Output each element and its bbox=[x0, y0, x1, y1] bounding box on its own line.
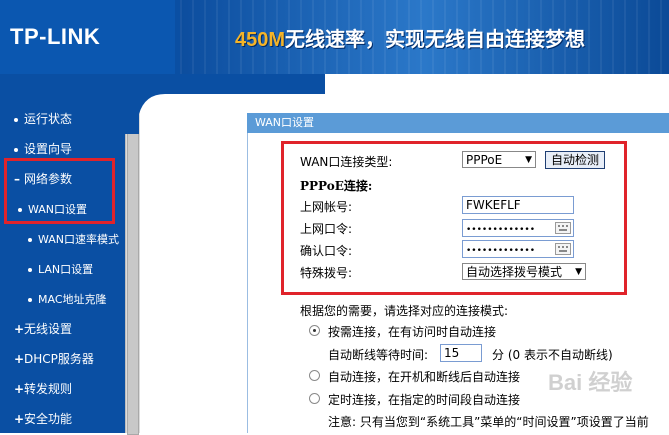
sidebar-item-label: 转发规则 bbox=[24, 382, 73, 396]
sidebar-item-dhcp[interactable]: +DHCP服务器 bbox=[14, 350, 94, 367]
sidebar-item-label: 安全功能 bbox=[24, 412, 73, 426]
keyboard-icon[interactable] bbox=[555, 222, 571, 234]
auto-detect-button[interactable]: 自动检测 bbox=[545, 151, 605, 169]
sidebar-item-label: MAC地址克隆 bbox=[38, 293, 107, 306]
bullet-icon bbox=[28, 298, 32, 302]
sidebar-item-label: 设置向导 bbox=[24, 142, 73, 156]
mode-on-demand-label: 按需连接，在有访问时自动连接 bbox=[328, 325, 497, 339]
account-label: 上网帐号: bbox=[300, 200, 353, 214]
radio-timed-connect[interactable] bbox=[309, 393, 320, 404]
top-header: TP-LINK 450M无线速率，实现无线自由连接梦想 bbox=[0, 0, 669, 74]
watermark: Bai 经验 bbox=[548, 370, 633, 395]
bullet-icon bbox=[14, 147, 18, 152]
mode-auto-label: 自动连接，在开机和断线后自动连接 bbox=[328, 370, 521, 384]
sidebar-item-wireless[interactable]: +无线设置 bbox=[14, 320, 72, 337]
sidebar-item-forwarding[interactable]: +转发规则 bbox=[14, 380, 72, 397]
keyboard-icon[interactable] bbox=[555, 243, 571, 255]
sidebar-item-lan[interactable]: LAN口设置 bbox=[28, 261, 93, 277]
expand-icon: + bbox=[14, 322, 25, 336]
password-label: 上网口令: bbox=[300, 222, 353, 236]
bullet-icon bbox=[14, 117, 18, 122]
mode-intro: 根据您的需要，请选择对应的连接模式: bbox=[300, 304, 509, 318]
sidebar-item-status[interactable]: 运行状态 bbox=[14, 110, 72, 127]
panel-title-bar: WAN口设置 bbox=[247, 113, 669, 133]
dial-mode-value: 自动选择拨号模式 bbox=[466, 265, 563, 279]
radio-auto-connect[interactable] bbox=[309, 370, 320, 381]
dial-mode-select[interactable]: 自动选择拨号模式 ▼ bbox=[462, 263, 586, 280]
password-input[interactable]: ••••••••••••• bbox=[462, 219, 574, 237]
password-mask: ••••••••••••• bbox=[466, 225, 536, 235]
confirm-mask: ••••••••••••• bbox=[466, 246, 536, 256]
confirm-label: 确认口令: bbox=[300, 244, 353, 258]
idle-time-input[interactable]: 15 bbox=[440, 344, 482, 362]
sidebar-item-label: LAN口设置 bbox=[38, 263, 94, 276]
conn-type-label: WAN口连接类型: bbox=[300, 155, 393, 169]
sidebar-item-label: 运行状态 bbox=[24, 112, 73, 126]
mode-timed-label: 定时连接，在指定的时间段自动连接 bbox=[328, 393, 521, 407]
note-text: 注意: 只有当您到“系统工具”菜单的“时间设置”项设置了当前 bbox=[328, 415, 649, 429]
highlight-box-sidebar bbox=[4, 158, 115, 224]
sidebar-item-security[interactable]: +安全功能 bbox=[14, 410, 72, 427]
scrollbar-thumb[interactable] bbox=[127, 96, 139, 435]
sidebar-item-label: WAN口速率模式 bbox=[38, 233, 120, 246]
brand-logo: TP-LINK bbox=[10, 24, 101, 49]
dropdown-arrow-icon: ▼ bbox=[575, 267, 582, 277]
radio-on-demand[interactable] bbox=[309, 325, 320, 336]
slogan-accent: 450M bbox=[235, 29, 286, 51]
conn-type-value: PPPoE bbox=[466, 153, 503, 167]
confirm-input[interactable]: ••••••••••••• bbox=[462, 240, 574, 258]
sidebar-item-wizard[interactable]: 设置向导 bbox=[14, 140, 72, 157]
sidebar-item-label: 无线设置 bbox=[24, 322, 73, 336]
idle-time-label: 自动断线等待时间: bbox=[328, 348, 429, 362]
dial-label: 特殊拨号: bbox=[300, 266, 353, 280]
expand-icon: + bbox=[14, 352, 25, 366]
sidebar-item-mac-clone[interactable]: MAC地址克隆 bbox=[28, 291, 107, 307]
account-input[interactable]: FWKEFLF bbox=[462, 196, 574, 214]
banner-slogan: 450M无线速率，实现无线自由连接梦想 bbox=[235, 23, 585, 52]
bullet-icon bbox=[28, 238, 32, 242]
sidebar-item-label: DHCP服务器 bbox=[24, 352, 94, 366]
dropdown-arrow-icon: ▼ bbox=[525, 155, 532, 165]
banner: 450M无线速率，实现无线自由连接梦想 bbox=[180, 0, 669, 74]
pppoe-heading: PPPoE连接: bbox=[300, 179, 373, 193]
logo-area: TP-LINK bbox=[0, 0, 175, 74]
idle-time-unit: 分 (0 表示不自动断线) bbox=[492, 348, 613, 362]
panel-title: WAN口设置 bbox=[255, 116, 315, 129]
bullet-icon bbox=[28, 268, 32, 272]
expand-icon: + bbox=[14, 382, 25, 396]
conn-type-select[interactable]: PPPoE ▼ bbox=[462, 151, 536, 168]
expand-icon: + bbox=[14, 412, 25, 426]
sidebar-item-wan-speed[interactable]: WAN口速率模式 bbox=[28, 231, 119, 247]
slogan-text: 无线速率，实现无线自由连接梦想 bbox=[285, 29, 586, 51]
